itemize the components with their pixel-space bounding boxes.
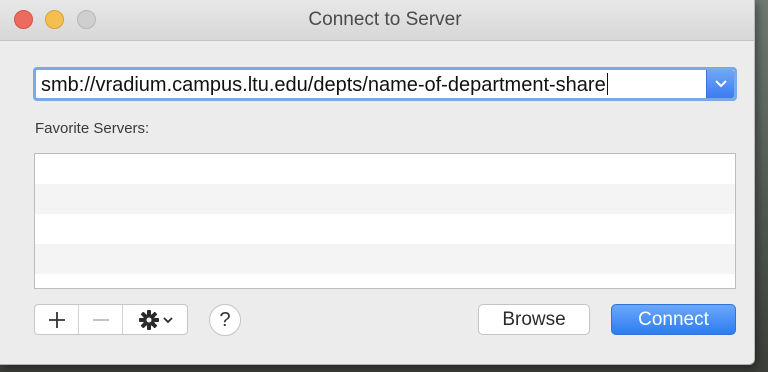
list-row[interactable] — [35, 244, 735, 274]
server-address-value: smb://vradium.campus.ltu.edu/depts/name-… — [41, 74, 606, 96]
server-address-input[interactable]: smb://vradium.campus.ltu.edu/depts/name-… — [41, 73, 609, 97]
text-caret — [606, 73, 609, 95]
remove-favorite-button[interactable] — [79, 305, 123, 334]
action-menu-button[interactable] — [123, 305, 187, 334]
minus-icon — [92, 318, 109, 321]
plus-icon — [48, 311, 65, 328]
gear-icon — [138, 309, 159, 330]
window-title: Connect to Server — [308, 9, 462, 30]
browse-button[interactable]: Browse — [478, 304, 590, 335]
list-row[interactable] — [35, 154, 735, 184]
server-address-combobox[interactable]: smb://vradium.campus.ltu.edu/depts/name-… — [33, 67, 737, 101]
help-button[interactable]: ? — [209, 304, 241, 336]
add-favorite-button[interactable] — [35, 305, 79, 334]
connect-button[interactable]: Connect — [611, 304, 736, 335]
list-row[interactable] — [35, 184, 735, 214]
list-row[interactable] — [35, 214, 735, 244]
server-history-dropdown-button[interactable] — [706, 70, 734, 98]
favorites-segmented-control — [34, 304, 188, 335]
chevron-down-icon — [162, 316, 173, 323]
favorite-servers-label: Favorite Servers: — [35, 120, 150, 137]
title-bar[interactable]: Connect to Server — [0, 0, 754, 41]
connect-to-server-window: Connect to Server smb://vradium.campus.l… — [0, 0, 755, 365]
favorite-servers-list[interactable] — [34, 153, 736, 289]
chevron-down-icon — [714, 80, 727, 88]
